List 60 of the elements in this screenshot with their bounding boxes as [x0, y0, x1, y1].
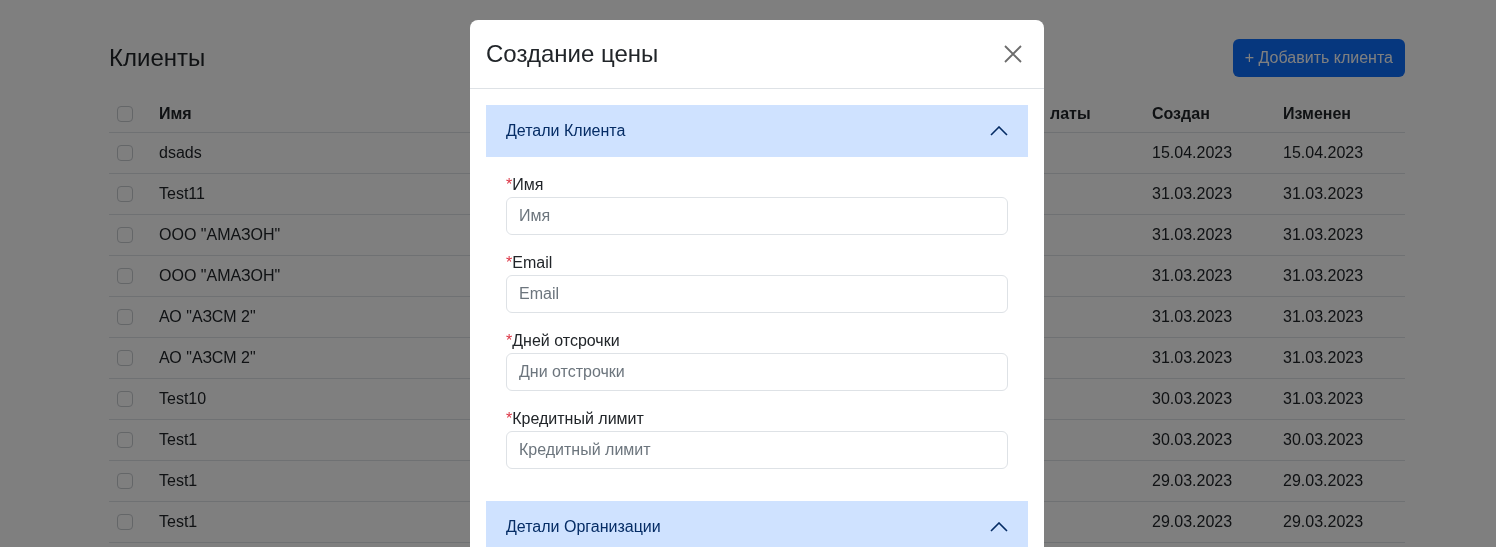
table-cell: 15.04.2023	[1152, 144, 1233, 162]
page-title: Клиенты	[109, 44, 206, 72]
checkbox[interactable]	[117, 145, 133, 161]
accordion-header[interactable]: Детали Организации	[486, 501, 1028, 547]
table-cell: 31.03.2023	[1283, 349, 1364, 367]
column-header: Изменен	[1283, 104, 1351, 123]
table-cell: Test10	[159, 390, 207, 408]
checkbox[interactable]	[117, 432, 133, 448]
input-field[interactable]: Дни отстрочки	[506, 353, 1008, 391]
table-cell: 31.03.2023	[1283, 185, 1364, 203]
table-cell: 29.03.2023	[1152, 513, 1233, 531]
table-cell: 31.03.2023	[1152, 267, 1233, 285]
checkbox[interactable]	[117, 105, 133, 122]
table-cell: Test11	[159, 185, 205, 203]
table-cell: 31.03.2023	[1283, 267, 1364, 285]
table-cell: 31.03.2023	[1283, 390, 1364, 408]
table-cell: 30.03.2023	[1283, 431, 1364, 449]
table-cell: 29.03.2023	[1152, 472, 1233, 490]
table-cell: 29.03.2023	[1283, 472, 1364, 490]
checkbox[interactable]	[117, 350, 133, 366]
table-cell: 29.03.2023	[1283, 513, 1364, 531]
column-header: латы	[1050, 104, 1091, 123]
table-cell: 31.03.2023	[1152, 226, 1233, 244]
checkbox[interactable]	[117, 309, 133, 325]
field-label: *Кредитный лимит	[506, 409, 644, 429]
accordion-header[interactable]: Детали Клиента	[486, 105, 1028, 157]
checkbox[interactable]	[117, 514, 133, 530]
table-cell: 31.03.2023	[1283, 308, 1364, 326]
table-cell: 15.04.2023	[1283, 144, 1364, 162]
table-cell: АО "АЗСМ 2"	[159, 308, 256, 326]
input-field[interactable]: Кредитный лимит	[506, 431, 1008, 469]
checkbox[interactable]	[117, 268, 133, 284]
table-cell: Test1	[159, 513, 198, 531]
table-cell: АО "АЗСМ 2"	[159, 349, 256, 367]
input-field[interactable]: Email	[506, 275, 1008, 313]
checkbox[interactable]	[117, 391, 133, 407]
table-cell: Test1	[159, 472, 198, 490]
table-cell: 30.03.2023	[1152, 431, 1233, 449]
table-cell: 30.03.2023	[1152, 390, 1233, 408]
checkbox[interactable]	[117, 227, 133, 243]
table-cell: 31.03.2023	[1152, 349, 1233, 367]
input-field[interactable]: Имя	[506, 197, 1008, 235]
table-cell: 31.03.2023	[1152, 308, 1233, 326]
column-header: Имя	[159, 104, 192, 123]
field-label: *Email	[506, 253, 553, 273]
modal-title: Создание цены	[486, 40, 659, 68]
close-icon[interactable]	[1004, 45, 1022, 63]
table-cell: ООО "АМАЗОН"	[159, 267, 281, 285]
column-header: Создан	[1152, 104, 1210, 123]
chevron-icon	[990, 126, 1008, 136]
field-label: *Дней отсрочки	[506, 331, 620, 351]
table-cell: ООО "АМАЗОН"	[159, 226, 281, 244]
table-cell: 31.03.2023	[1152, 185, 1233, 203]
table-cell: 31.03.2023	[1283, 226, 1364, 244]
checkbox[interactable]	[117, 473, 133, 489]
checkbox[interactable]	[117, 186, 133, 202]
field-label: *Имя	[506, 175, 544, 195]
chevron-icon	[990, 522, 1008, 532]
table-cell: dsads	[159, 144, 202, 162]
table-cell: Test1	[159, 431, 198, 449]
